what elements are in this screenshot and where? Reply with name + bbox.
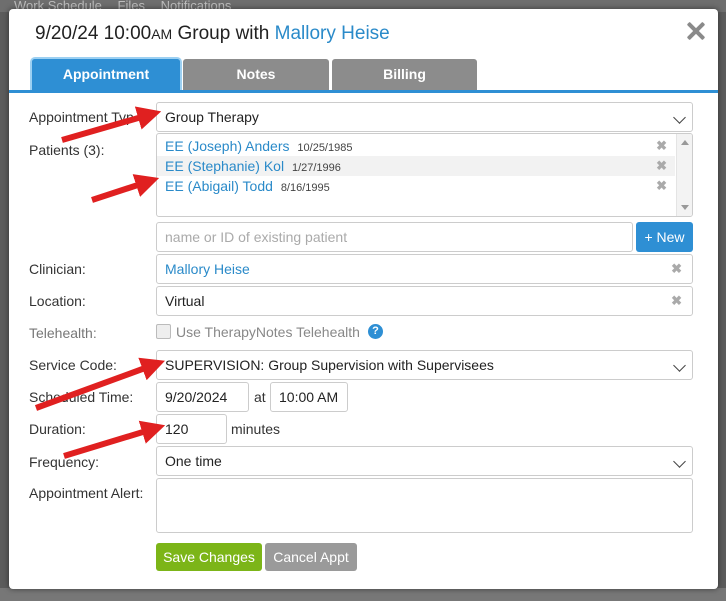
- patient-row: EE (Abigail) Todd 8/16/1995 ✖: [157, 176, 675, 196]
- patient-row: EE (Joseph) Anders 10/25/1985 ✖: [157, 136, 675, 156]
- clear-clinician-icon[interactable]: ✖: [671, 255, 682, 283]
- appointment-alert-textarea[interactable]: [156, 478, 693, 533]
- patients-scrollbar[interactable]: [676, 134, 692, 216]
- title-date-time: 9/20/24 10:00: [35, 23, 152, 44]
- duration-input[interactable]: 120: [156, 414, 227, 444]
- location-value: Virtual: [165, 293, 205, 309]
- scheduled-time-value: 10:00 AM: [279, 389, 339, 405]
- tab-appointment[interactable]: Appointment: [32, 59, 180, 90]
- appointment-type-label: Appointment Typ: [29, 109, 134, 125]
- frequency-label: Frequency:: [29, 454, 100, 470]
- chevron-down-icon: [673, 111, 686, 124]
- dialog-title: 9/20/24 10:00AM Group with Mallory Heise: [35, 23, 390, 45]
- frequency-value: One time: [165, 453, 222, 469]
- scheduled-date-value: 9/20/2024: [165, 389, 228, 405]
- duration-label: Duration:: [29, 421, 86, 437]
- dialog-header: 9/20/24 10:00AM Group with Mallory Heise: [9, 9, 718, 57]
- service-code-label: Service Code:: [29, 357, 117, 373]
- scheduled-at-label: at: [254, 389, 266, 405]
- clinician-label: Clinician:: [29, 261, 86, 277]
- cancel-appointment-button[interactable]: Cancel Appt: [265, 543, 357, 571]
- patients-list: EE (Joseph) Anders 10/25/1985 ✖ EE (Step…: [156, 133, 693, 217]
- patient-name-link[interactable]: EE (Stephanie) Kol: [165, 158, 284, 174]
- patient-name-link[interactable]: EE (Abigail) Todd: [165, 178, 273, 194]
- appointment-type-value: Group Therapy: [165, 109, 259, 125]
- chevron-down-icon: [673, 359, 686, 372]
- telehealth-label: Telehealth:: [29, 325, 97, 341]
- service-code-select[interactable]: SUPERVISION: Group Supervision with Supe…: [156, 350, 693, 380]
- chevron-down-icon: [673, 455, 686, 468]
- patients-label: Patients (3):: [29, 142, 105, 158]
- clinician-value: Mallory Heise: [165, 261, 250, 277]
- new-patient-button[interactable]: + New: [636, 222, 693, 252]
- scheduled-time-input[interactable]: 10:00 AM: [270, 382, 348, 412]
- patient-dob: 8/16/1995: [280, 182, 330, 194]
- title-clinician-link[interactable]: Mallory Heise: [275, 23, 390, 44]
- remove-patient-icon[interactable]: ✖: [656, 136, 667, 156]
- scroll-up-icon[interactable]: [681, 140, 689, 145]
- patient-row: EE (Stephanie) Kol 1/27/1996 ✖: [157, 156, 675, 176]
- tab-notes[interactable]: Notes: [183, 59, 329, 90]
- location-label: Location:: [29, 293, 86, 309]
- duration-value: 120: [165, 421, 189, 437]
- frequency-select[interactable]: One time: [156, 446, 693, 476]
- clear-location-icon[interactable]: ✖: [671, 287, 682, 315]
- location-field[interactable]: Virtual ✖: [156, 286, 693, 316]
- title-text: Group with: [177, 23, 270, 44]
- appointment-dialog: 9/20/24 10:00AM Group with Mallory Heise…: [9, 9, 718, 589]
- title-ampm: AM: [151, 26, 173, 42]
- clinician-field[interactable]: Mallory Heise ✖: [156, 254, 693, 284]
- help-icon[interactable]: ?: [368, 324, 383, 339]
- appointment-type-select[interactable]: Group Therapy: [156, 102, 693, 132]
- scheduled-date-input[interactable]: 9/20/2024: [156, 382, 249, 412]
- patient-dob: 1/27/1996: [291, 162, 341, 174]
- save-changes-button[interactable]: Save Changes: [156, 543, 262, 571]
- scroll-down-icon[interactable]: [681, 205, 689, 210]
- patient-search-placeholder: name or ID of existing patient: [165, 229, 348, 245]
- patient-search-input[interactable]: name or ID of existing patient: [156, 222, 633, 252]
- tab-billing[interactable]: Billing: [332, 59, 477, 90]
- service-code-value: SUPERVISION: Group Supervision with Supe…: [165, 357, 494, 373]
- remove-patient-icon[interactable]: ✖: [656, 176, 667, 196]
- telehealth-checkbox[interactable]: [156, 324, 171, 339]
- patient-dob: 10/25/1985: [297, 142, 353, 154]
- remove-patient-icon[interactable]: ✖: [656, 156, 667, 176]
- scheduled-time-label: Scheduled Time:: [29, 389, 134, 405]
- telehealth-checkbox-label[interactable]: Use TherapyNotes Telehealth: [176, 324, 360, 340]
- tab-underline: [9, 90, 718, 93]
- duration-unit: minutes: [231, 421, 281, 437]
- close-icon[interactable]: [684, 19, 708, 43]
- appointment-alert-label: Appointment Alert:: [29, 485, 144, 501]
- patient-name-link[interactable]: EE (Joseph) Anders: [165, 138, 290, 154]
- background-page-bottom: [0, 588, 726, 601]
